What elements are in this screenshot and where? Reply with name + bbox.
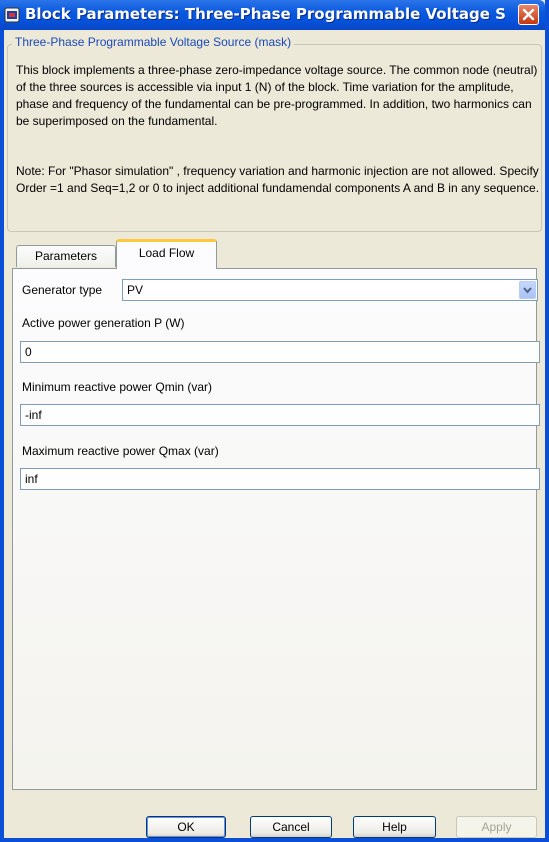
generator-type-value: PV [127,283,144,297]
close-button[interactable] [518,4,539,25]
qmax-field[interactable]: inf [20,468,540,490]
help-button[interactable]: Help [353,816,436,838]
mask-note: Note: For "Phasor simulation" , frequenc… [16,164,540,195]
apply-button: Apply [456,816,537,838]
qmax-label: Maximum reactive power Qmax (var) [22,444,219,458]
mask-legend: Three-Phase Programmable Voltage Source … [12,35,295,49]
title-bar[interactable]: Block Parameters: Three-Phase Programmab… [0,0,545,30]
window-title: Block Parameters: Three-Phase Programmab… [25,5,505,23]
generator-type-select[interactable]: PV [122,279,538,301]
tab-parameters[interactable]: Parameters [16,245,116,267]
ok-button[interactable]: OK [146,816,226,838]
tab-load-flow[interactable]: Load Flow [116,239,217,269]
qmin-label: Minimum reactive power Qmin (var) [22,380,213,394]
simulink-block-icon [4,7,20,23]
cancel-button[interactable]: Cancel [250,816,332,838]
active-power-label: Active power generation P (W) [22,316,185,330]
generator-type-label: Generator type [22,283,103,297]
mask-description: This block implements a three-phase zero… [16,63,538,128]
active-power-field[interactable]: 0 [20,341,540,363]
qmin-field[interactable]: -inf [20,404,540,426]
dropdown-button[interactable] [519,281,536,299]
